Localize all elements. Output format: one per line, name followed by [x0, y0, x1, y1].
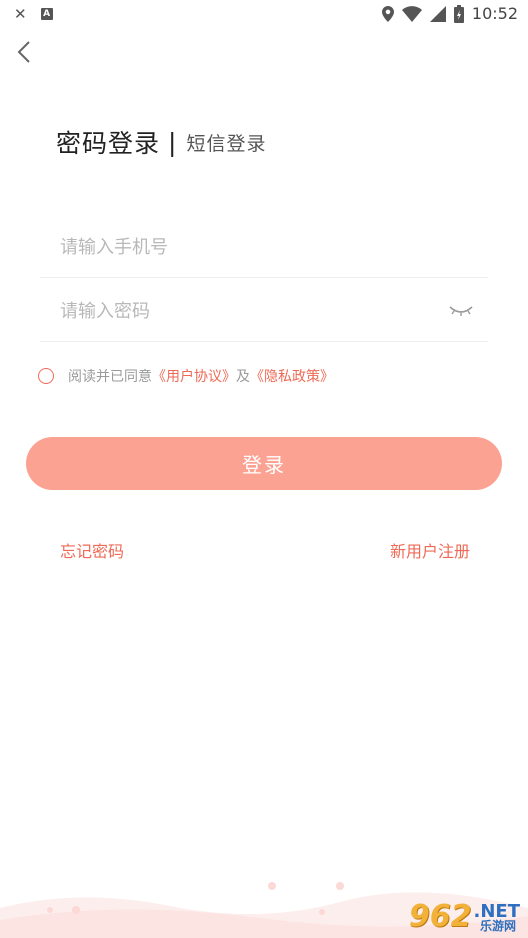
- login-tabs: 密码登录 | 短信登录: [56, 124, 266, 160]
- privacy-policy-link[interactable]: 《隐私政策》: [250, 366, 334, 386]
- close-icon: ✕: [14, 5, 27, 23]
- tab-password-login[interactable]: 密码登录: [56, 124, 160, 160]
- phone-input[interactable]: [58, 229, 422, 265]
- agreement-row: 阅读并已同意 《用户协议》 及 《隐私政策》: [38, 366, 334, 386]
- agreement-prefix: 阅读并已同意: [68, 369, 152, 385]
- phone-field: [40, 215, 488, 278]
- a-icon: A: [40, 8, 53, 20]
- chevron-left-icon: [17, 41, 30, 63]
- back-button[interactable]: [12, 38, 40, 66]
- password-field: [40, 279, 488, 342]
- watermark-subtitle: 乐游网: [479, 919, 516, 933]
- watermark-logo: 962 .NET 乐游网: [408, 899, 520, 934]
- login-button[interactable]: 登录: [26, 437, 502, 490]
- user-agreement-link[interactable]: 《用户协议》: [152, 366, 236, 386]
- agreement-checkbox[interactable]: [38, 368, 54, 384]
- battery-icon: [453, 5, 464, 23]
- tab-sms-login[interactable]: 短信登录: [186, 129, 266, 156]
- location-icon: [381, 6, 394, 22]
- forgot-password-link[interactable]: 忘记密码: [60, 538, 124, 562]
- agreement-and: 及: [236, 369, 250, 385]
- tab-separator: |: [168, 127, 177, 157]
- password-input[interactable]: [58, 293, 422, 329]
- eye-closed-icon[interactable]: [448, 301, 474, 319]
- register-link[interactable]: 新用户注册: [390, 538, 470, 562]
- watermark-number: 962: [408, 899, 472, 934]
- signal-icon: [429, 6, 446, 22]
- wifi-icon: [401, 6, 422, 22]
- clock-time: 10:52: [471, 4, 518, 23]
- status-bar: ✕ A 10:52: [0, 0, 528, 28]
